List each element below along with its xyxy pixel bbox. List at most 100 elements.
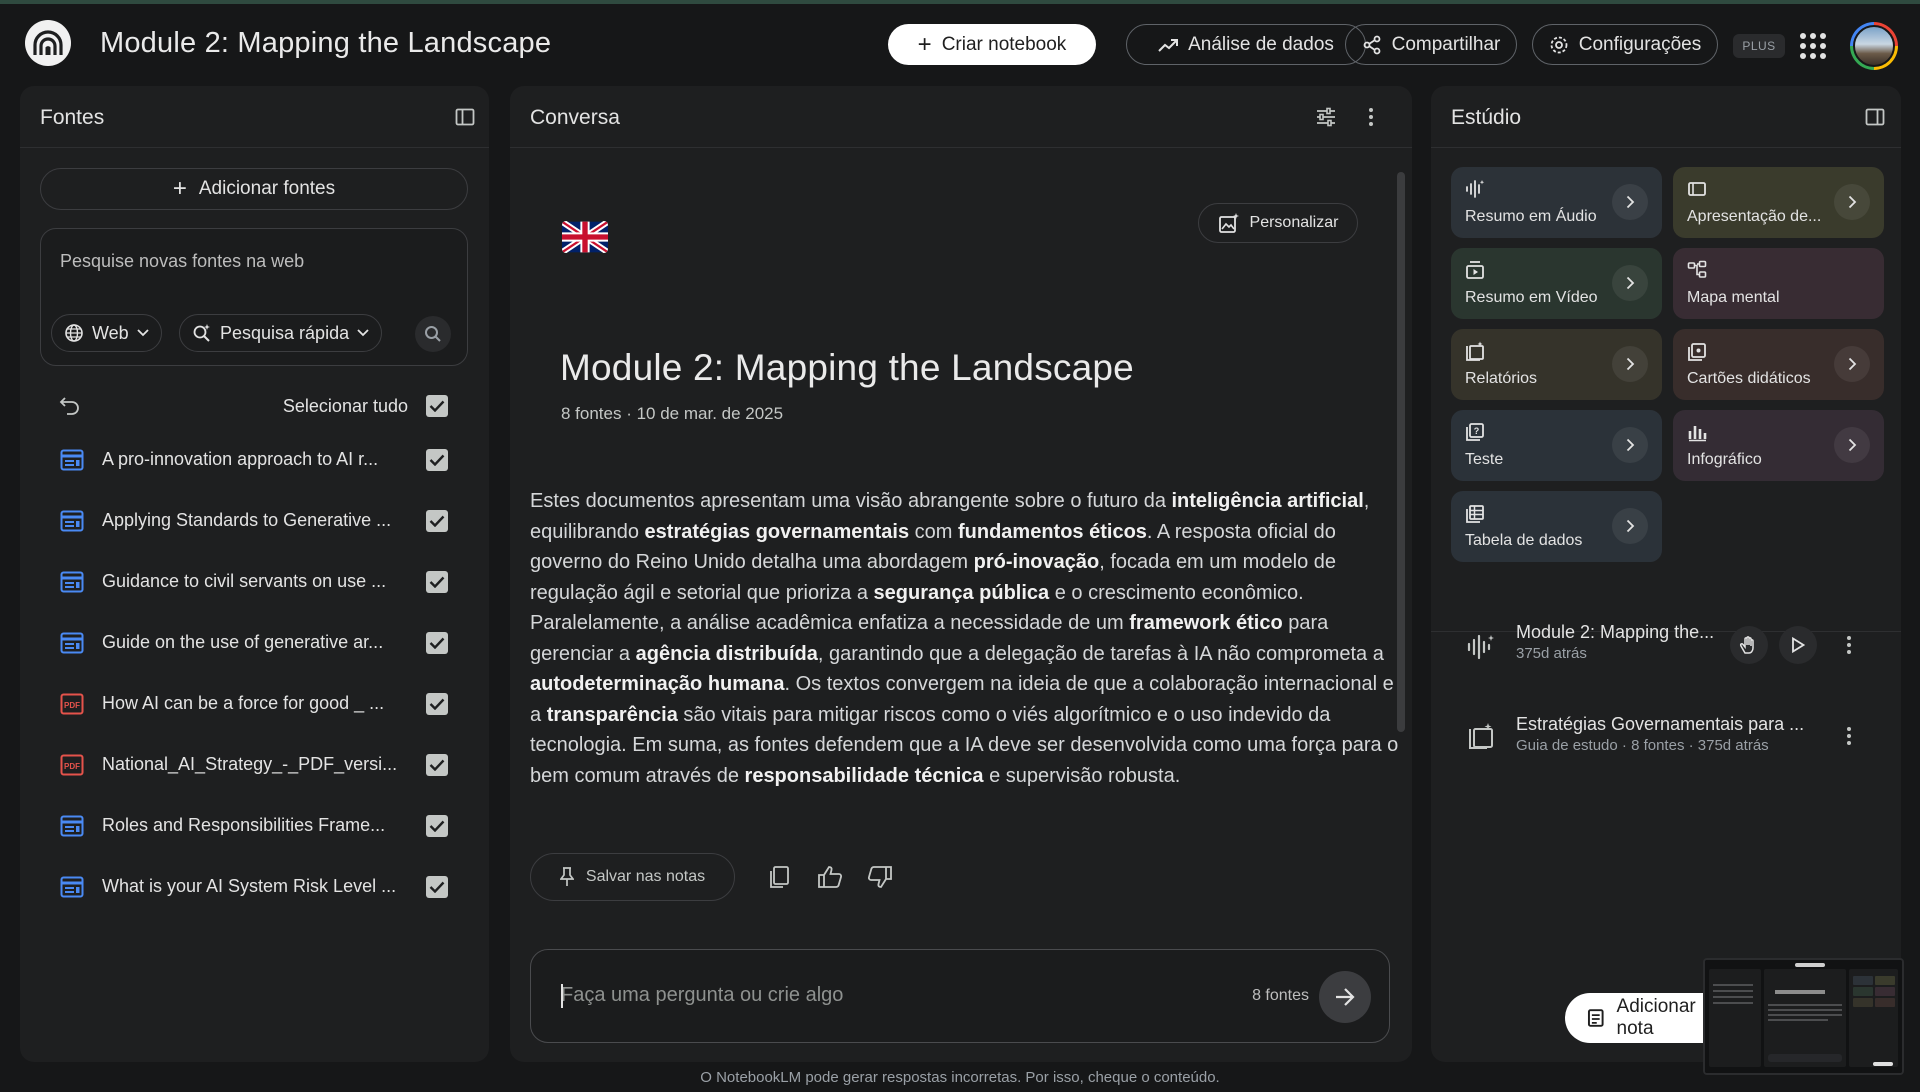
play-button[interactable] <box>1779 626 1817 664</box>
chevron-right-icon <box>1848 357 1856 371</box>
studio-tile-label: Apresentação de... <box>1687 208 1822 225</box>
select-all-checkbox[interactable] <box>426 395 448 417</box>
source-checkbox[interactable] <box>426 754 448 776</box>
analytics-button[interactable]: Análise de dados <box>1126 24 1366 65</box>
source-checkbox[interactable] <box>426 632 448 654</box>
thumbs-down-button[interactable] <box>862 859 898 895</box>
collapse-panel-icon[interactable] <box>455 107 475 127</box>
chat-scrollbar[interactable] <box>1397 172 1405 732</box>
studio-tile[interactable]: ? Teste <box>1451 410 1662 481</box>
personalize-button[interactable]: Personalizar <box>1198 203 1358 243</box>
studio-tile-arrow[interactable] <box>1612 427 1648 463</box>
source-item[interactable]: A pro-innovation approach to AI r... <box>40 434 468 486</box>
note-item-audio[interactable]: Module 2: Mapping the... 375d atrás <box>1451 614 1861 674</box>
video-icon <box>1466 261 1484 279</box>
gear-icon <box>1550 36 1568 53</box>
studio-tile-arrow[interactable] <box>1834 346 1870 382</box>
search-mode-dropdown[interactable]: Pesquisa rápida <box>179 314 383 352</box>
analytics-label: Análise de dados <box>1188 33 1334 55</box>
avatar[interactable] <box>1850 22 1898 70</box>
summary-text: , garantindo que a delegação de tarefas … <box>817 642 1384 665</box>
chevron-right-icon <box>1626 438 1634 452</box>
source-item[interactable]: PDF How AI can be a force for good _ ... <box>40 678 468 730</box>
studio-tile[interactable]: Apresentação de... <box>1673 167 1884 238</box>
create-notebook-button[interactable]: + Criar notebook <box>888 24 1096 65</box>
apps-grid-icon[interactable] <box>1800 33 1826 59</box>
web-search-box: Pesquise novas fontes na web Web Pesquis… <box>40 228 468 366</box>
source-item[interactable]: What is your AI System Risk Level ... <box>40 861 468 913</box>
source-checkbox[interactable] <box>426 449 448 471</box>
send-button[interactable] <box>1319 971 1371 1023</box>
source-item[interactable]: PDF National_AI_Strategy_-_PDF_versi... <box>40 739 468 791</box>
chat-input[interactable]: Faça uma pergunta ou crie algo 8 fontes <box>530 949 1390 1043</box>
note-icon <box>1587 1009 1604 1027</box>
share-button[interactable]: Compartilhar <box>1345 24 1517 65</box>
web-page-icon <box>60 632 84 654</box>
web-source-dropdown[interactable]: Web <box>51 314 162 352</box>
studio-tile[interactable]: Resumo em Vídeo <box>1451 248 1662 319</box>
more-vert-icon[interactable] <box>1368 106 1374 128</box>
chevron-right-icon <box>1626 195 1634 209</box>
notebook-heading: Module 2: Mapping the Landscape <box>560 347 1134 388</box>
studio-tile-arrow[interactable] <box>1834 184 1870 220</box>
summary-keyword: fundamentos éticos <box>958 520 1147 543</box>
thumbs-up-button[interactable] <box>812 859 848 895</box>
source-checkbox[interactable] <box>426 876 448 898</box>
web-page-icon <box>60 815 84 837</box>
check-icon <box>429 881 445 893</box>
studio-panel-header: Estúdio <box>1431 86 1901 148</box>
summary-keyword: transparência <box>546 703 678 726</box>
studio-tile-arrow[interactable] <box>1612 508 1648 544</box>
studio-tile-arrow[interactable] <box>1612 265 1648 301</box>
audio-wave-icon <box>1467 634 1494 660</box>
check-icon <box>429 698 445 710</box>
save-to-notes-button[interactable]: Salvar nas notas <box>530 853 735 901</box>
studio-tile[interactable]: Infográfico <box>1673 410 1884 481</box>
source-item[interactable]: Roles and Responsibilities Frame... <box>40 800 468 852</box>
source-item[interactable]: Guide on the use of generative ar... <box>40 617 468 669</box>
slides-icon <box>1688 182 1706 196</box>
undo-icon[interactable] <box>58 396 80 416</box>
summary-keyword: segurança pública <box>873 581 1050 604</box>
sparkle-search-icon <box>193 324 210 342</box>
svg-text:?: ? <box>1474 426 1480 436</box>
studio-tile[interactable]: Relatórios <box>1451 329 1662 400</box>
source-checkbox[interactable] <box>426 510 448 532</box>
web-search-button[interactable] <box>415 316 451 352</box>
notebook-title[interactable]: Module 2: Mapping the Landscape <box>100 27 551 60</box>
source-item[interactable]: Applying Standards to Generative ... <box>40 495 468 547</box>
copy-button[interactable] <box>761 859 797 895</box>
notebooklm-logo-icon[interactable] <box>25 20 71 66</box>
studio-tile-arrow[interactable] <box>1612 346 1648 382</box>
plan-badge: PLUS <box>1733 34 1785 58</box>
report-icon <box>1469 723 1493 749</box>
interactive-mode-button[interactable] <box>1730 626 1768 664</box>
source-item[interactable]: Guidance to civil servants on use ... <box>40 556 468 608</box>
plus-icon: + <box>172 175 187 202</box>
source-checkbox[interactable] <box>426 571 448 593</box>
note-item-study-guide[interactable]: Estratégias Governamentais para ... Guia… <box>1451 706 1861 766</box>
studio-tile-arrow[interactable] <box>1612 184 1648 220</box>
studio-tile[interactable]: Resumo em Áudio <box>1451 167 1662 238</box>
studio-tile[interactable]: Cartões didáticos <box>1673 329 1884 400</box>
studio-tile[interactable]: Mapa mental <box>1673 248 1884 319</box>
source-checkbox[interactable] <box>426 815 448 837</box>
add-sources-button[interactable]: + Adicionar fontes <box>40 168 468 210</box>
studio-panel: Estúdio Resumo em Áudio Apresentação de..… <box>1431 86 1901 1062</box>
web-search-input[interactable]: Pesquise novas fontes na web <box>60 251 304 272</box>
add-sources-label: Adicionar fontes <box>198 178 336 199</box>
arrow-right-icon <box>1336 988 1355 1006</box>
uk-flag-icon <box>562 221 608 253</box>
studio-tile[interactable]: Tabela de dados <box>1451 491 1662 562</box>
web-chip-label: Web <box>92 322 129 343</box>
more-vert-icon[interactable] <box>1846 725 1852 747</box>
studio-tile-arrow[interactable] <box>1834 427 1870 463</box>
collapse-panel-icon[interactable] <box>1865 107 1885 127</box>
web-page-icon <box>60 571 84 593</box>
more-vert-icon[interactable] <box>1846 634 1852 656</box>
play-icon <box>1792 637 1805 653</box>
source-checkbox[interactable] <box>426 693 448 715</box>
studio-tile-label: Tabela de dados <box>1465 532 1583 549</box>
settings-button[interactable]: Configurações <box>1532 24 1718 65</box>
tune-icon[interactable] <box>1315 106 1337 128</box>
